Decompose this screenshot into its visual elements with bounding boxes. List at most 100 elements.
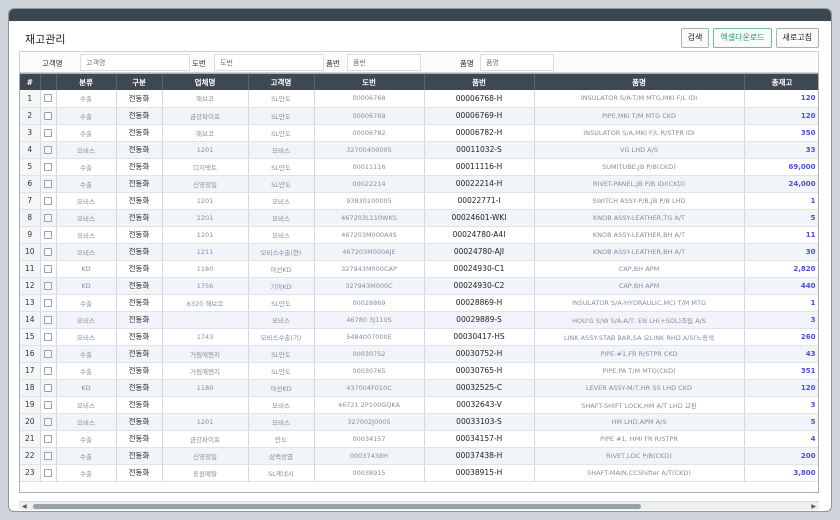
table-row[interactable]: 23 수출 전동화 동원메탈 SL케네시 00038915 00038915-H SHAFT-… bbox=[20, 464, 818, 482]
row-checkbox[interactable] bbox=[40, 90, 57, 108]
col-header-total-stock[interactable]: 총재고 bbox=[744, 74, 818, 90]
col-header-index[interactable]: # bbox=[20, 74, 41, 90]
table-row[interactable]: 19 모비스 전동화 모비스 46721 2P100GQKA 00032643-V SHAF… bbox=[20, 396, 818, 414]
table-row[interactable]: 22 수출 전동화 신영정밀 삼백성엽 00037438H 00037438-H RIVET,… bbox=[20, 447, 818, 465]
cell-partno: 00024601-WKI bbox=[424, 209, 535, 227]
table-row[interactable]: 9 모비스 전동화 1201 모비스 467203M000A4S 00024780-A4I K… bbox=[20, 226, 818, 244]
row-checkbox[interactable] bbox=[40, 192, 57, 210]
row-checkbox[interactable] bbox=[40, 209, 57, 227]
row-checkbox-box[interactable] bbox=[44, 213, 52, 222]
col-header-partname[interactable]: 품명 bbox=[534, 74, 745, 90]
scroll-left-icon[interactable]: ◀ bbox=[22, 502, 27, 511]
row-checkbox-box[interactable] bbox=[44, 298, 52, 307]
row-checkbox[interactable] bbox=[40, 396, 57, 414]
col-header-category[interactable]: 분류 bbox=[56, 74, 117, 90]
row-checkbox-box[interactable] bbox=[44, 349, 52, 358]
row-checkbox[interactable] bbox=[40, 430, 57, 448]
partno-input[interactable] bbox=[347, 54, 421, 71]
row-checkbox-box[interactable] bbox=[44, 366, 52, 375]
row-checkbox[interactable] bbox=[40, 345, 57, 363]
table-row[interactable]: 16 수출 전동화 거림에엔지 SL만도 00030752 00030752-H PIPE-#… bbox=[20, 345, 818, 363]
row-checkbox[interactable] bbox=[40, 124, 57, 142]
row-checkbox[interactable] bbox=[40, 175, 57, 193]
search-button[interactable]: 검색 bbox=[680, 28, 710, 48]
cell-partname: LEVER ASSY-M/T,HR SS LHD CKD bbox=[534, 379, 745, 397]
col-header-drawing[interactable]: 도번 bbox=[314, 74, 425, 90]
table-row[interactable]: 7 모비스 전동화 1201 모비스 93830100005 00022771-I SWITC… bbox=[20, 192, 818, 210]
row-checkbox-box[interactable] bbox=[44, 417, 52, 426]
table-row[interactable]: 13 수출 전동화 6320 해브코 SL만도 00028869 00028869-H INS… bbox=[20, 294, 818, 312]
partname-input[interactable] bbox=[480, 54, 554, 71]
row-checkbox[interactable] bbox=[40, 362, 57, 380]
table-row[interactable]: 12 KD 전동화 1756 기아KD 327943M000C 00024930-C2 CAP… bbox=[20, 277, 818, 295]
table-row[interactable]: 3 수출 전동화 해브코 SL만도 00006782 00006782-H INSULATOR… bbox=[20, 124, 818, 142]
row-checkbox[interactable] bbox=[40, 158, 57, 176]
table-row[interactable]: 8 모비스 전동화 1201 모비스 467203L110WKS 00024601-WKI K… bbox=[20, 209, 818, 227]
horizontal-scrollbar[interactable]: ◀ ▶ bbox=[19, 501, 819, 510]
row-checkbox-box[interactable] bbox=[44, 451, 52, 460]
row-checkbox[interactable] bbox=[40, 141, 57, 159]
col-header-division[interactable]: 구분 bbox=[116, 74, 163, 90]
cell-category: 모비스 bbox=[56, 396, 117, 414]
cell-total-stock: 1 bbox=[744, 192, 818, 210]
table-row[interactable]: 17 수출 전동화 거림에엔지 SL만도 00030765 00030765-H PIPE,P… bbox=[20, 362, 818, 380]
table-row[interactable]: 10 모비스 전동화 1211 모비스수출(현) 467203M000AJE 0002478… bbox=[20, 243, 818, 261]
table-row[interactable]: 11 KD 전동화 1180 야선KD 327943M000CAP 00024930-C1 C… bbox=[20, 260, 818, 278]
table-row[interactable]: 6 수출 전동화 신영정밀 SL만도 00022214 00022214-H RIVET-PA… bbox=[20, 175, 818, 193]
col-header-vendor[interactable]: 업체명 bbox=[162, 74, 249, 90]
row-checkbox-box[interactable] bbox=[44, 196, 52, 205]
scroll-right-icon[interactable]: ▶ bbox=[811, 502, 816, 511]
table-row[interactable]: 4 모비스 전동화 1201 모비스 32700400005 00011032-S VG LH… bbox=[20, 141, 818, 159]
table-row[interactable]: 14 모비스 전동화 모비스 46780 3J110S 00029889-S HOU'G S… bbox=[20, 311, 818, 329]
row-checkbox-box[interactable] bbox=[44, 179, 52, 188]
customer-input[interactable] bbox=[80, 54, 190, 71]
row-checkbox-box[interactable] bbox=[44, 315, 52, 324]
drawing-input[interactable] bbox=[214, 54, 324, 71]
row-checkbox[interactable] bbox=[40, 464, 57, 482]
row-checkbox[interactable] bbox=[40, 294, 57, 312]
refresh-button[interactable]: 새로고침 bbox=[775, 28, 819, 48]
table-row[interactable]: 2 수출 전동화 금강파이프 SL만도 00006769 00006769-H PIPE,MK… bbox=[20, 107, 818, 125]
row-checkbox-box[interactable] bbox=[44, 162, 52, 171]
excel-download-button[interactable]: 엑셀다운로드 bbox=[713, 28, 772, 48]
table-row[interactable]: 18 KD 전동화 1180 야선KD 437004F010C 00032525-C LEVE… bbox=[20, 379, 818, 397]
row-checkbox[interactable] bbox=[40, 447, 57, 465]
table-row[interactable]: 21 수출 전동화 금강파이프 만도 00034157 00034157-H PIPE #1,… bbox=[20, 430, 818, 448]
row-checkbox-box[interactable] bbox=[44, 434, 52, 443]
row-checkbox-box[interactable] bbox=[44, 264, 52, 273]
row-checkbox[interactable] bbox=[40, 260, 57, 278]
row-checkbox[interactable] bbox=[40, 379, 57, 397]
table-row[interactable]: 20 모비스 전동화 1201 모비스 327002J0005 00033103-S HM L… bbox=[20, 413, 818, 431]
row-checkbox-box[interactable] bbox=[44, 468, 52, 477]
table-row[interactable]: 1 수출 전동화 해브코 SL만도 00006768 00006768-H INSULATOR… bbox=[20, 90, 818, 108]
row-checkbox-box[interactable] bbox=[44, 128, 52, 137]
cell-customer: 모비스 bbox=[248, 209, 315, 227]
row-checkbox-box[interactable] bbox=[44, 111, 52, 120]
row-checkbox[interactable] bbox=[40, 107, 57, 125]
row-checkbox[interactable] bbox=[40, 226, 57, 244]
table-row[interactable]: 5 수출 전동화 디지택트 SL만도 00011116 00011116-H SUMITUBE… bbox=[20, 158, 818, 176]
row-checkbox-box[interactable] bbox=[44, 332, 52, 341]
row-checkbox-box[interactable] bbox=[44, 383, 52, 392]
cell-partno: 00033103-S bbox=[424, 413, 535, 431]
row-checkbox-box[interactable] bbox=[44, 145, 52, 154]
row-checkbox[interactable] bbox=[40, 243, 57, 261]
cell-category: 모비스 bbox=[56, 311, 117, 329]
cell-drawing: 00028869 bbox=[314, 294, 425, 312]
row-checkbox-box[interactable] bbox=[44, 94, 52, 103]
row-checkbox[interactable] bbox=[40, 328, 57, 346]
col-header-customer[interactable]: 고객명 bbox=[248, 74, 315, 90]
table-row[interactable]: 15 모비스 전동화 1743 모비스수출(기) 5484007000E 00030417-… bbox=[20, 328, 818, 346]
row-checkbox[interactable] bbox=[40, 277, 57, 295]
col-header-partno[interactable]: 품번 bbox=[424, 74, 535, 90]
scrollbar-thumb[interactable] bbox=[33, 504, 641, 509]
row-checkbox-box[interactable] bbox=[44, 281, 52, 290]
row-checkbox-box[interactable] bbox=[44, 400, 52, 409]
col-header-check[interactable] bbox=[40, 74, 57, 90]
row-checkbox[interactable] bbox=[40, 311, 57, 329]
row-checkbox-box[interactable] bbox=[44, 247, 52, 256]
cell-partname: SUMITUBE,JB P/B(CKD) bbox=[534, 158, 745, 176]
cell-partno: 00038915-H bbox=[424, 464, 535, 482]
row-checkbox-box[interactable] bbox=[44, 230, 52, 239]
row-checkbox[interactable] bbox=[40, 413, 57, 431]
